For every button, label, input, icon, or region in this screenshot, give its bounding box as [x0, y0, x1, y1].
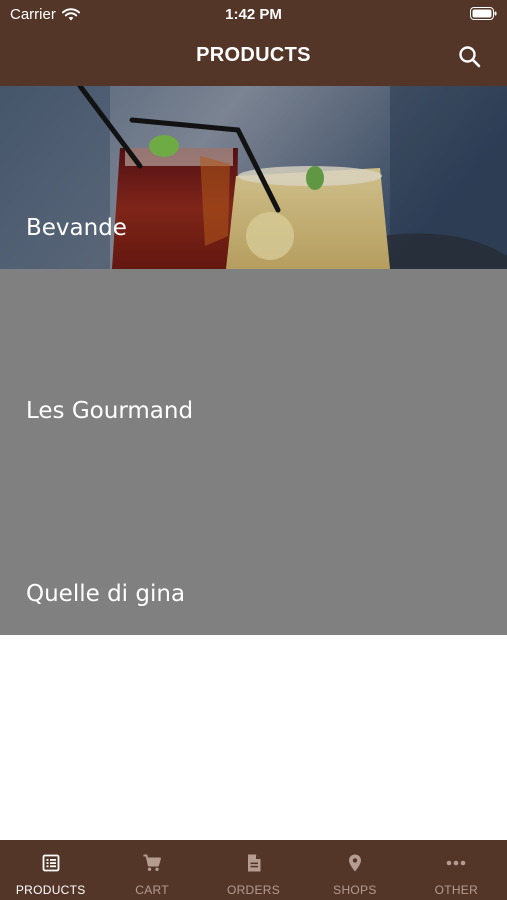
tab-shops[interactable]: SHOPS	[304, 840, 405, 900]
battery-icon	[470, 7, 497, 20]
tab-cart[interactable]: CART	[101, 840, 202, 900]
tab-label: ORDERS	[226, 883, 281, 897]
tab-orders[interactable]: ORDERS	[203, 840, 304, 900]
tab-products[interactable]: PRODUCTS	[0, 840, 101, 900]
page-title: PRODUCTS	[196, 44, 311, 66]
category-label: Bevande	[26, 215, 127, 241]
search-icon	[459, 46, 481, 68]
category-label: Quelle di gina	[26, 581, 186, 607]
app-header: Carrier 1:42 PM PRODUCTS	[0, 0, 507, 86]
status-time: 1:42 PM	[225, 6, 282, 23]
category-tile-bevande[interactable]: Bevande	[0, 86, 507, 269]
list-icon	[42, 854, 60, 872]
search-button[interactable]	[457, 44, 483, 70]
map-pin-icon	[348, 854, 361, 872]
category-label: Les Gourmand	[26, 398, 194, 424]
more-dots-icon	[447, 860, 466, 866]
status-bar: Carrier 1:42 PM	[0, 0, 507, 28]
tab-other[interactable]: OTHER	[406, 840, 507, 900]
cart-icon	[143, 854, 162, 871]
tab-label: OTHER	[434, 883, 479, 897]
tab-bar: PRODUCTS CART ORDERS SHOPS OTHER	[0, 840, 507, 900]
tab-label: CART	[135, 883, 169, 897]
tab-label: PRODUCTS	[15, 883, 86, 897]
document-icon	[247, 854, 261, 872]
category-image	[0, 86, 507, 269]
category-tile-les-gourmand[interactable]: Les Gourmand	[0, 269, 507, 452]
nav-bar: PRODUCTS	[0, 28, 507, 86]
tab-label: SHOPS	[333, 883, 377, 897]
category-tile-quelle-di-gina[interactable]: Quelle di gina	[0, 452, 507, 635]
